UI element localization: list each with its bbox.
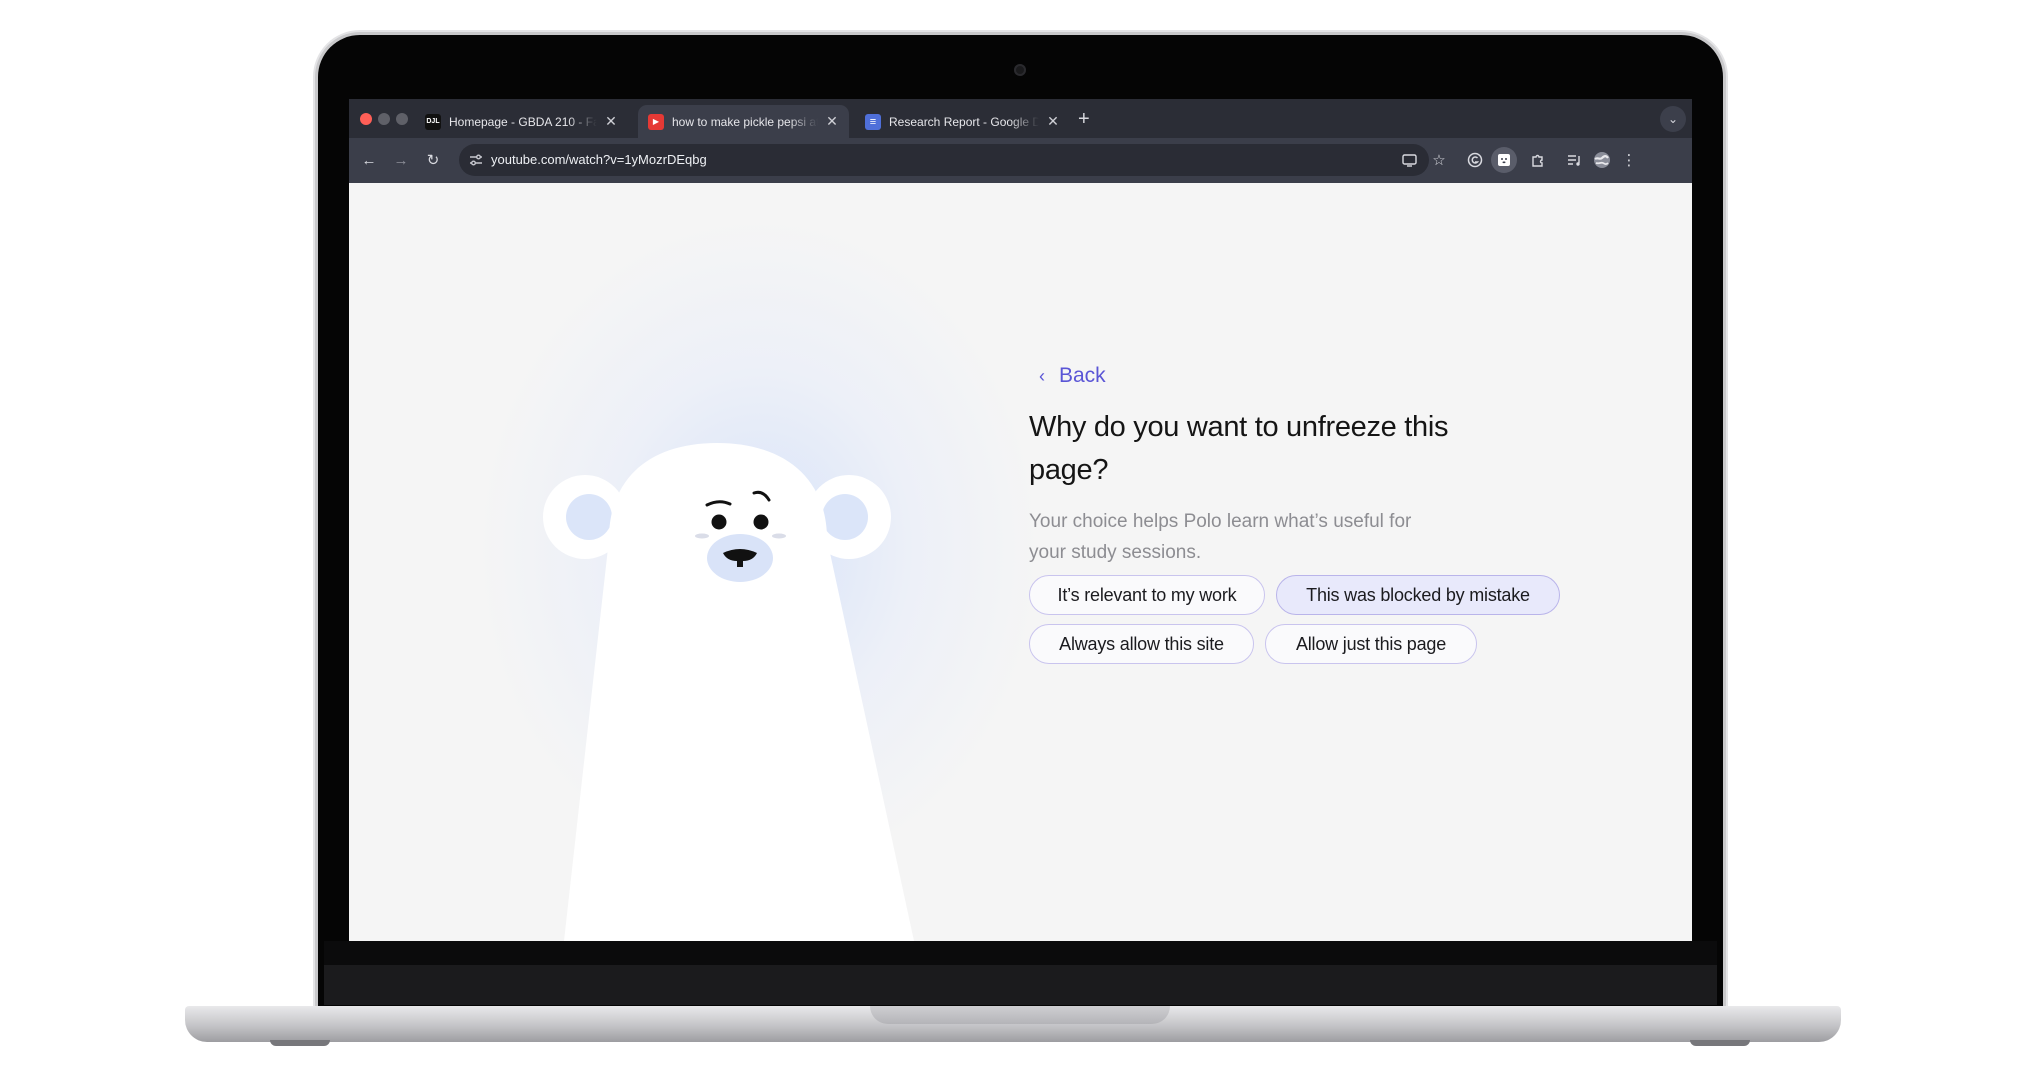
screen-bezel-bottom (324, 941, 1717, 967)
chevron-left-icon: ‹ (1039, 365, 1045, 386)
webcam-icon (1014, 64, 1026, 76)
page-title: Why do you want to unfreeze this page? (1029, 411, 1449, 486)
back-button[interactable]: ‹ Back (1039, 364, 1106, 388)
option-allow-just-this-page[interactable]: Allow just this page (1265, 624, 1477, 664)
back-label: Back (1059, 364, 1106, 387)
screen: DJL Homepage - GBDA 210 - Fall ✕ ▶ how t… (349, 99, 1692, 941)
option-blocked-by-mistake[interactable]: This was blocked by mistake (1276, 575, 1560, 615)
hint-text: Your choice helps Polo learn what’s usef… (1029, 511, 1412, 563)
laptop-chin (324, 965, 1717, 1005)
option-relevant-to-work[interactable]: It’s relevant to my work (1029, 575, 1265, 615)
laptop-opening-notch (870, 1006, 1170, 1024)
laptop-foot-right (1690, 1040, 1750, 1046)
polo-bear-illustration (543, 443, 914, 941)
laptop-foot-left (270, 1040, 330, 1046)
option-always-allow-site[interactable]: Always allow this site (1029, 624, 1254, 664)
